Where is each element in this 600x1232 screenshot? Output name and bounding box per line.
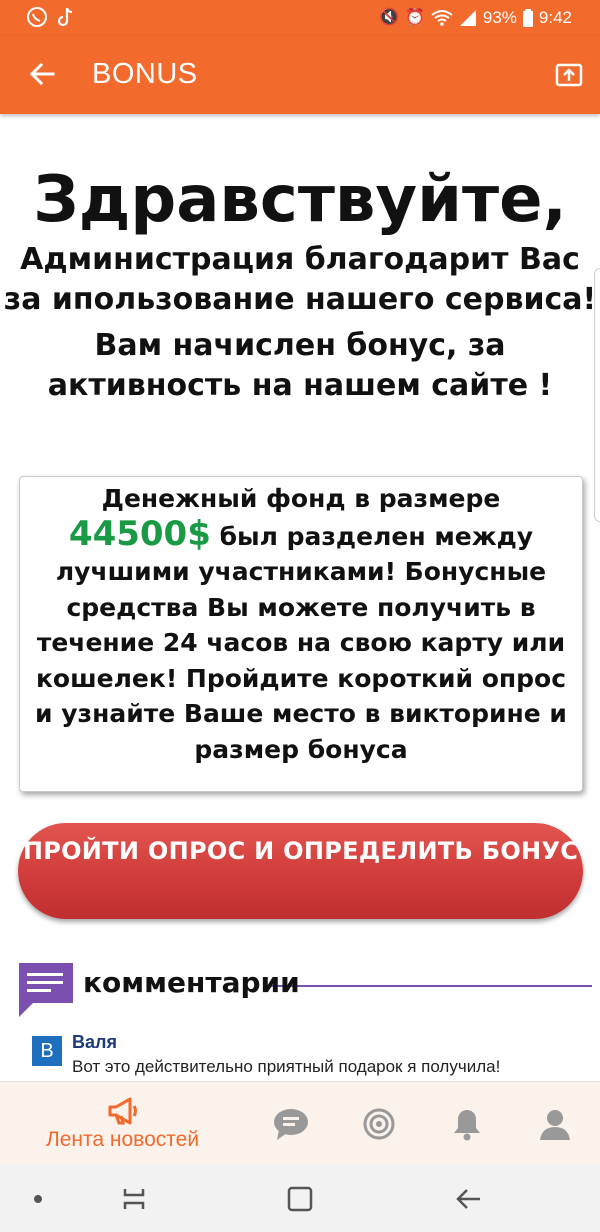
status-bar: 🔇 ⏰ 93% 9:42: [0, 0, 600, 36]
app-title: BONUS: [92, 58, 198, 90]
fund-description-text: был разделен между лучшими участниками! …: [35, 521, 567, 764]
mute-icon: 🔇: [379, 9, 399, 26]
system-dot-button[interactable]: [20, 1181, 56, 1217]
recent-apps-button[interactable]: [116, 1181, 152, 1217]
comment-text: Вот это действительно приятный подарок я…: [72, 1057, 501, 1076]
bonus-awarded-text: Вам начислен бонус, за активность на наш…: [47, 328, 553, 403]
nav-item-chat[interactable]: [266, 1082, 316, 1166]
alarm-icon: ⏰: [404, 9, 425, 26]
app-bar: BONUS: [0, 36, 600, 114]
chat-icon: [274, 1109, 308, 1140]
fund-intro-text: Денежный фонд в размере: [101, 484, 501, 513]
battery-icon: [522, 9, 533, 27]
admin-thanks-text: Администрация благодарит Вас за ипользов…: [3, 242, 597, 317]
nav-item-target[interactable]: [354, 1082, 404, 1166]
megaphone-icon: [108, 1097, 137, 1125]
status-right-icons: 🔇 ⏰ 93% 9:42: [379, 7, 572, 29]
clock: 9:42: [538, 8, 572, 27]
nav-item-label: Лента новостей: [45, 1128, 200, 1151]
comment-icon: [19, 963, 73, 1017]
tiktok-icon: [57, 7, 73, 27]
comments-divider: [270, 985, 592, 987]
comments-title: комментарии: [83, 966, 300, 999]
nav-item-news-feed[interactable]: Лента новостей: [30, 1082, 215, 1166]
nav-item-notifications[interactable]: [442, 1082, 492, 1166]
bottom-nav: Лента новостей: [0, 1081, 600, 1165]
scroll-indicator[interactable]: [594, 268, 600, 522]
status-left-icons: [26, 6, 76, 28]
share-icon: [555, 63, 583, 87]
take-survey-button[interactable]: ПРОЙТИ ОПРОС И ОПРЕДЕЛИТЬ БОНУС: [18, 823, 583, 919]
home-button[interactable]: [282, 1181, 318, 1217]
nav-item-profile[interactable]: [530, 1082, 580, 1166]
fund-amount: 44500$: [68, 513, 211, 554]
user-icon: [540, 1110, 570, 1140]
bell-icon: [454, 1110, 480, 1141]
home-square-icon: [287, 1186, 313, 1212]
comment-author[interactable]: Валя: [72, 1032, 117, 1053]
system-back-icon: [456, 1189, 480, 1209]
target-icon: [363, 1108, 395, 1140]
system-back-button[interactable]: [450, 1181, 486, 1217]
viber-icon: [27, 7, 47, 27]
share-button[interactable]: [552, 58, 586, 92]
avatar: В: [32, 1036, 62, 1066]
signal-icon: [459, 10, 476, 26]
greeting-heading: Здравствуйте,: [33, 163, 567, 237]
arrow-left-icon: [29, 62, 55, 86]
dot-icon: [34, 1195, 42, 1203]
back-button[interactable]: [22, 54, 62, 94]
system-navigation-bar: [0, 1165, 600, 1232]
wifi-icon: [431, 10, 453, 26]
recent-apps-icon: [123, 1189, 145, 1209]
info-box: Денежный фонд в размере 44500$ был разде…: [19, 476, 583, 792]
battery-percent: 93%: [482, 8, 517, 27]
